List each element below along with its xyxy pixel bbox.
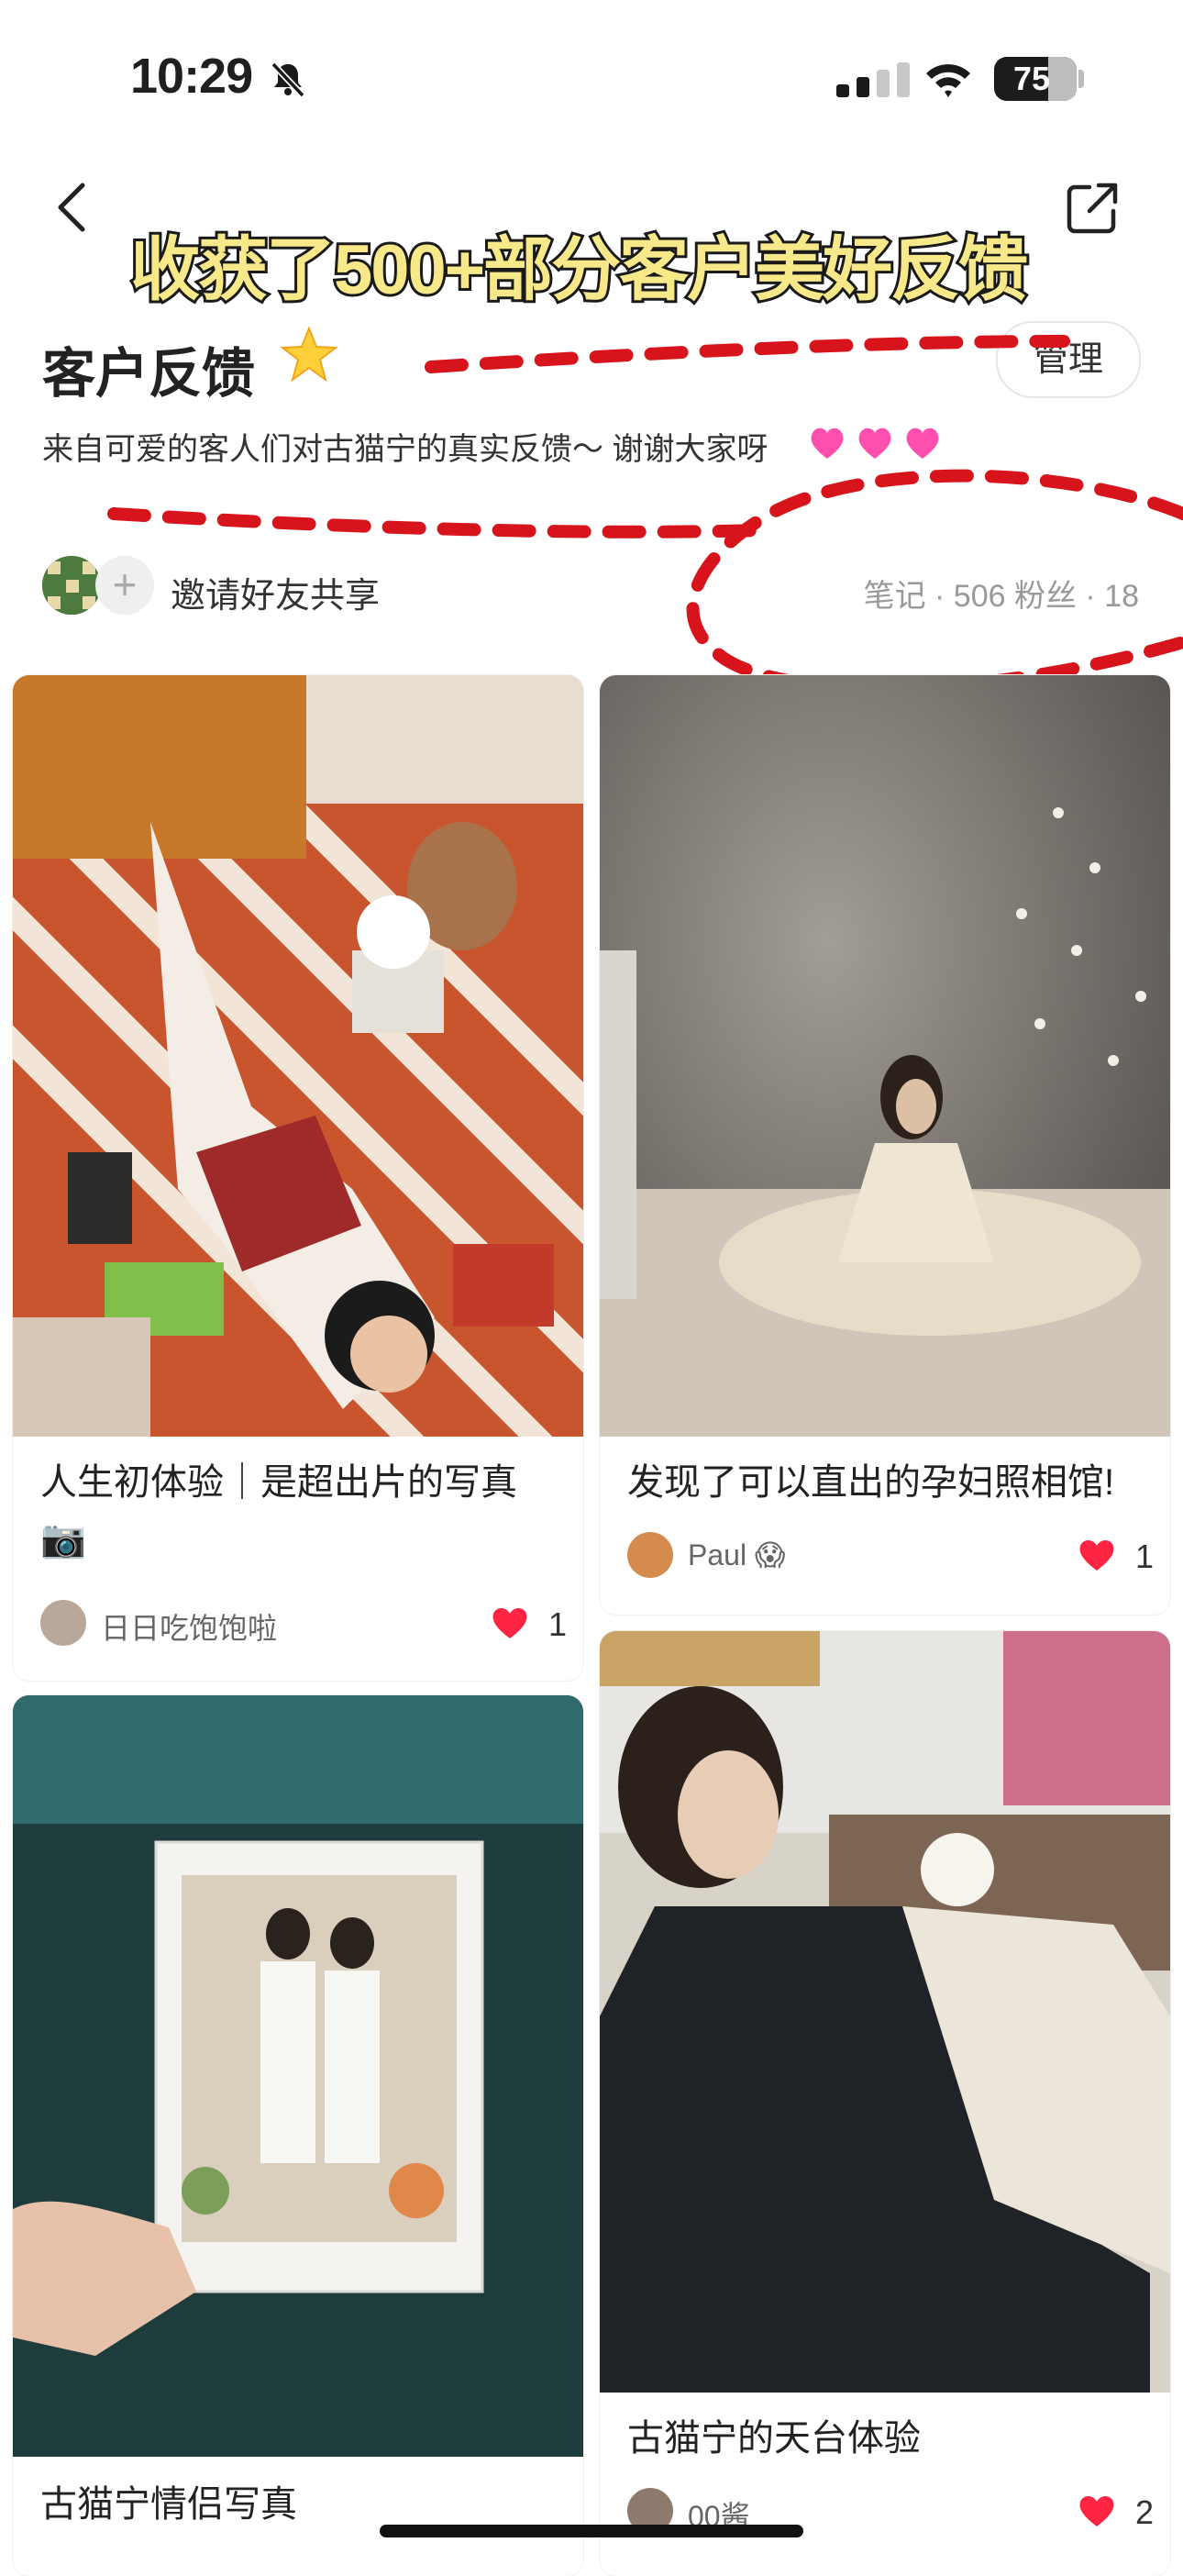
note-cover-image	[13, 1695, 583, 2457]
battery-icon: 75	[994, 57, 1077, 101]
manage-button[interactable]: 管理	[996, 321, 1141, 398]
wifi-icon	[926, 64, 970, 97]
owner-avatar[interactable]	[42, 556, 101, 615]
note-title[interactable]: 发现了可以直出的孕妇照相馆!	[627, 1453, 1146, 1512]
home-indicator[interactable]	[380, 2525, 803, 2537]
like-count: 2	[1134, 2493, 1154, 2531]
pink-hearts-icon	[811, 427, 939, 459]
note-card[interactable]: 人生初体验｜是超出片的写真 📷 日日吃饱饱啦 1	[13, 675, 583, 1681]
like-count: 1	[547, 1605, 567, 1643]
user-avatar[interactable]	[627, 1532, 673, 1578]
battery-cap	[1078, 70, 1084, 88]
board-description: 来自可爱的客人们对古猫宁的真实反馈～ 谢谢大家呀	[42, 432, 768, 467]
note-cover-image	[13, 675, 583, 1437]
note-title[interactable]: 古猫宁的天台体验	[627, 2409, 1146, 2468]
share-external-icon[interactable]	[1064, 180, 1121, 237]
note-title[interactable]: 人生初体验｜是超出片的写真	[40, 1453, 559, 1512]
like-count: 1	[1134, 1538, 1154, 1575]
user-name[interactable]: Paul 😱	[688, 1538, 785, 1572]
battery-level: 75	[1012, 60, 1051, 97]
add-collaborator-button[interactable]: +	[95, 556, 154, 615]
heart-icon[interactable]	[1077, 2492, 1117, 2528]
user-name[interactable]: 日日吃饱饱啦	[101, 1605, 277, 1648]
note-cover-image	[600, 675, 1170, 1437]
board-stats: 笔记 · 506 粉丝 · 18	[863, 579, 1139, 614]
back-chevron-icon[interactable]	[51, 180, 95, 235]
heart-icon[interactable]	[490, 1604, 530, 1640]
note-card[interactable]: 发现了可以直出的孕妇照相馆! Paul 😱 1	[600, 675, 1170, 1615]
status-time: 10:29	[130, 49, 253, 104]
note-card[interactable]: 古猫宁的天台体验 00酱 2	[600, 1631, 1170, 2576]
cellular-signal-icon	[836, 62, 910, 97]
overlay-banner-text: 收获了500+部分客户美好反馈	[127, 228, 1031, 312]
board-title: 客户反馈	[42, 344, 256, 404]
note-card[interactable]: 古猫宁情侣写真	[13, 1695, 583, 2576]
note-cover-image	[600, 1631, 1170, 2393]
bell-muted-icon	[271, 61, 305, 98]
user-avatar[interactable]	[40, 1600, 86, 1646]
heart-icon[interactable]	[1077, 1536, 1117, 1572]
glowing-star-icon	[280, 326, 338, 383]
invite-friends-link[interactable]: 邀请好友共享	[171, 567, 380, 617]
camera-emoji: 📷	[40, 1519, 86, 1560]
